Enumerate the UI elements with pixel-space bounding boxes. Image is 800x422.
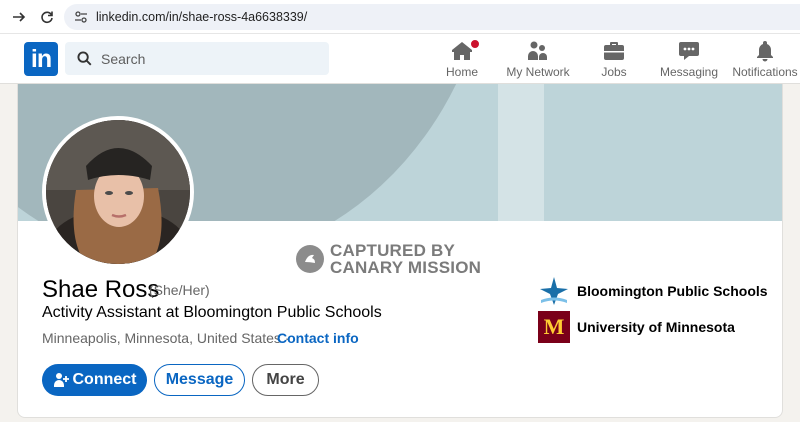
search-box[interactable] [65, 42, 329, 75]
reload-icon[interactable] [36, 6, 58, 28]
watermark-line-1: CAPTURED BY [330, 241, 455, 260]
org-bloomington-public-schools[interactable]: Bloomington Public Schools [538, 275, 768, 307]
nav-label-messaging: Messaging [659, 65, 719, 79]
nav-item-home[interactable]: Home [443, 38, 481, 82]
banner-band [498, 84, 544, 221]
pronouns: (She/Her) [149, 282, 210, 298]
url-text[interactable]: linkedin.com/in/shae-ross-4a6638339/ [96, 10, 307, 24]
nav-label-notifications: Notifications [732, 65, 798, 79]
notification-dot [469, 38, 481, 50]
search-input[interactable] [101, 42, 321, 75]
more-button[interactable]: More [252, 364, 319, 396]
watermark: CAPTURED BY CANARY MISSION [296, 242, 481, 276]
watermark-line-2: CANARY MISSION [330, 258, 482, 277]
network-icon [526, 38, 550, 64]
arrow-right-icon[interactable] [8, 6, 30, 28]
nav-item-notifications[interactable]: Notifications [732, 38, 798, 82]
avatar[interactable] [42, 116, 194, 268]
connect-label: Connect [72, 371, 137, 388]
nav-item-my-network[interactable]: My Network [505, 38, 571, 82]
home-icon [450, 38, 481, 64]
nav-label-jobs: Jobs [601, 65, 627, 79]
nav-label-home: Home [445, 65, 478, 79]
profile-card: CAPTURED BY CANARY MISSION Shae Ross (Sh… [17, 84, 783, 418]
profile-name: Shae Ross [42, 276, 160, 303]
browser-toolbar: linkedin.com/in/shae-ross-4a6638339/ [0, 0, 800, 34]
nav-item-jobs[interactable]: Jobs [598, 38, 630, 82]
bell-icon [753, 38, 777, 64]
message-button[interactable]: Message [154, 364, 245, 396]
nav-item-messaging[interactable]: Messaging [660, 38, 718, 82]
umn-logo: M [538, 311, 570, 343]
org-name-bloomington: Bloomington Public Schools [577, 283, 768, 299]
profile-location: Minneapolis, Minnesota, United States · [42, 330, 290, 346]
bloomington-star-icon [538, 275, 570, 307]
connect-button[interactable]: Connect [42, 364, 147, 396]
site-settings-icon[interactable] [74, 10, 88, 29]
messaging-icon [677, 38, 701, 64]
linkedin-logo[interactable]: in [24, 42, 58, 76]
nav-label-my-network: My Network [506, 65, 570, 79]
contact-info-link[interactable]: Contact info [277, 330, 359, 346]
add-person-icon [53, 372, 69, 388]
profile-headline: Activity Assistant at Bloomington Public… [42, 304, 382, 321]
umn-logo-letter: M [543, 314, 565, 339]
canary-mission-icon [296, 245, 324, 273]
linkedin-header: in Home My Network Jobs Messaging [0, 34, 800, 84]
org-university-of-minnesota[interactable]: M University of Minnesota [538, 311, 735, 343]
address-bar[interactable]: linkedin.com/in/shae-ross-4a6638339/ [64, 4, 800, 30]
briefcase-icon [602, 38, 626, 64]
search-icon [77, 51, 92, 71]
org-name-umn: University of Minnesota [577, 319, 735, 335]
